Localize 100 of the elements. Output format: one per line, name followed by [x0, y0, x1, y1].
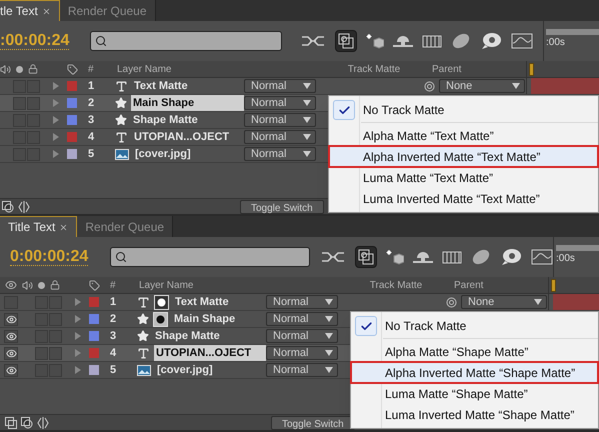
label-color-swatch[interactable]: [89, 348, 99, 358]
mode-dropdown[interactable]: Normal: [244, 96, 316, 110]
node-icon[interactable]: [300, 34, 326, 48]
graph-editor-icon[interactable]: [531, 249, 553, 265]
label-color-swatch[interactable]: [89, 314, 99, 324]
mode-dropdown[interactable]: Normal: [266, 312, 338, 326]
mode-dropdown[interactable]: Normal: [244, 79, 316, 93]
mode-dropdown[interactable]: Normal: [266, 363, 338, 377]
time-marker[interactable]: [529, 62, 534, 76]
expand-arrow-icon[interactable]: [53, 116, 59, 124]
menu-item[interactable]: Luma Matte “Text Matte”: [329, 167, 598, 188]
tab[interactable]: tle Text: [0, 0, 60, 21]
brackets-icon[interactable]: [37, 416, 49, 428]
visibility-toggle[interactable]: [4, 296, 18, 308]
switch-box[interactable]: [27, 96, 40, 110]
expand-arrow-icon[interactable]: [53, 99, 59, 107]
node-icon[interactable]: [320, 250, 346, 264]
pill-icon[interactable]: [471, 248, 491, 266]
search-field[interactable]: [90, 31, 282, 51]
spiral-icon[interactable]: [446, 296, 457, 308]
tab[interactable]: Render Queue: [77, 216, 174, 237]
film-strip-icon[interactable]: [442, 249, 462, 265]
menu-item[interactable]: Alpha Inverted Matte “Shape Matte”: [351, 362, 598, 383]
mushroom-icon[interactable]: [393, 34, 413, 48]
layer-name[interactable]: Main Shape: [131, 94, 244, 112]
timecode[interactable]: :00:00:24: [0, 32, 70, 50]
overlap-squares-icon[interactable]: [2, 200, 14, 212]
expand-arrow-icon[interactable]: [75, 332, 81, 340]
layer-name[interactable]: [cover.jpg]: [133, 146, 193, 162]
label-color-swatch[interactable]: [67, 81, 77, 91]
layer-name[interactable]: UTOPIAN...OJECT: [132, 128, 232, 146]
tab[interactable]: Render Queue: [60, 0, 156, 21]
toggle-switches-button[interactable]: Toggle Switch: [240, 200, 324, 214]
switch-box[interactable]: [13, 96, 26, 110]
mode-dropdown[interactable]: Normal: [266, 329, 338, 343]
cube-spark-icon[interactable]: [366, 33, 384, 49]
expand-arrow-icon[interactable]: [53, 150, 59, 158]
menu-item[interactable]: Alpha Inverted Matte “Text Matte”: [329, 146, 598, 167]
time-marker[interactable]: [551, 278, 556, 292]
speech-bulb-icon[interactable]: [480, 32, 502, 50]
menu-item[interactable]: Alpha Matte “Shape Matte”: [351, 341, 598, 362]
layer-name[interactable]: [cover.jpg]: [155, 362, 215, 378]
spiral-icon[interactable]: [424, 80, 435, 92]
switch-box[interactable]: [35, 296, 48, 308]
layer-name[interactable]: Text Matte: [132, 78, 190, 94]
visibility-toggle[interactable]: [4, 330, 18, 342]
brackets-icon[interactable]: [18, 200, 30, 212]
timecode[interactable]: 0:00:00:24: [10, 248, 88, 266]
speech-bulb-icon[interactable]: [500, 248, 522, 266]
toggle-switches-button[interactable]: Toggle Switch: [271, 416, 355, 430]
visibility-toggle[interactable]: [4, 312, 18, 326]
mode-dropdown[interactable]: Normal: [244, 113, 316, 127]
layers-icon[interactable]: [5, 416, 17, 428]
label-color-swatch[interactable]: [89, 365, 99, 375]
mode-dropdown[interactable]: Normal: [244, 147, 316, 161]
graph-editor-icon[interactable]: [511, 33, 533, 49]
layer-name[interactable]: UTOPIAN...OJECT: [154, 344, 266, 362]
close-icon[interactable]: [42, 6, 51, 16]
cube-spark-icon[interactable]: [386, 249, 404, 265]
label-color-swatch[interactable]: [67, 149, 77, 159]
film-strip-icon[interactable]: [422, 33, 442, 49]
label-color-swatch[interactable]: [67, 132, 77, 142]
parent-dropdown[interactable]: None: [461, 295, 547, 309]
layer-name[interactable]: Shape Matte: [131, 112, 200, 128]
mushroom-icon[interactable]: [413, 250, 433, 264]
label-color-swatch[interactable]: [89, 331, 99, 341]
switch-box[interactable]: [49, 296, 62, 308]
expand-arrow-icon[interactable]: [53, 82, 59, 90]
switch-box[interactable]: [13, 80, 26, 92]
label-color-swatch[interactable]: [67, 98, 77, 108]
expand-arrow-icon[interactable]: [75, 366, 81, 374]
menu-item[interactable]: Luma Matte “Shape Matte”: [351, 383, 598, 404]
visibility-toggle[interactable]: [4, 346, 18, 360]
expand-arrow-icon[interactable]: [75, 349, 81, 357]
mode-dropdown[interactable]: Normal: [244, 130, 316, 144]
label-color-swatch[interactable]: [67, 115, 77, 125]
overlap-squares-icon[interactable]: [21, 416, 33, 428]
layer-name[interactable]: Text Matte: [173, 294, 231, 310]
menu-item[interactable]: No Track Matte: [351, 315, 598, 336]
menu-item[interactable]: Luma Inverted Matte “Text Matte”: [329, 188, 598, 209]
parent-dropdown[interactable]: None: [439, 79, 525, 93]
frame-target-button[interactable]: [355, 246, 377, 268]
expand-arrow-icon[interactable]: [53, 133, 59, 141]
layer-name[interactable]: Main Shape: [172, 310, 238, 328]
close-icon[interactable]: [59, 222, 68, 232]
menu-item[interactable]: No Track Matte: [329, 99, 598, 120]
label-color-swatch[interactable]: [89, 297, 99, 307]
frame-target-button[interactable]: [335, 30, 357, 52]
visibility-toggle[interactable]: [4, 364, 18, 376]
menu-item[interactable]: Alpha Matte “Text Matte”: [329, 125, 598, 146]
pill-icon[interactable]: [451, 32, 471, 50]
switch-box[interactable]: [49, 346, 62, 360]
mode-dropdown[interactable]: Normal: [266, 346, 338, 360]
expand-arrow-icon[interactable]: [75, 315, 81, 323]
expand-arrow-icon[interactable]: [75, 298, 81, 306]
layer-name[interactable]: Shape Matte: [153, 328, 222, 344]
mode-dropdown[interactable]: Normal: [266, 295, 338, 309]
switch-box[interactable]: [35, 346, 48, 360]
search-field[interactable]: [110, 247, 310, 267]
tab[interactable]: Title Text: [0, 216, 78, 237]
